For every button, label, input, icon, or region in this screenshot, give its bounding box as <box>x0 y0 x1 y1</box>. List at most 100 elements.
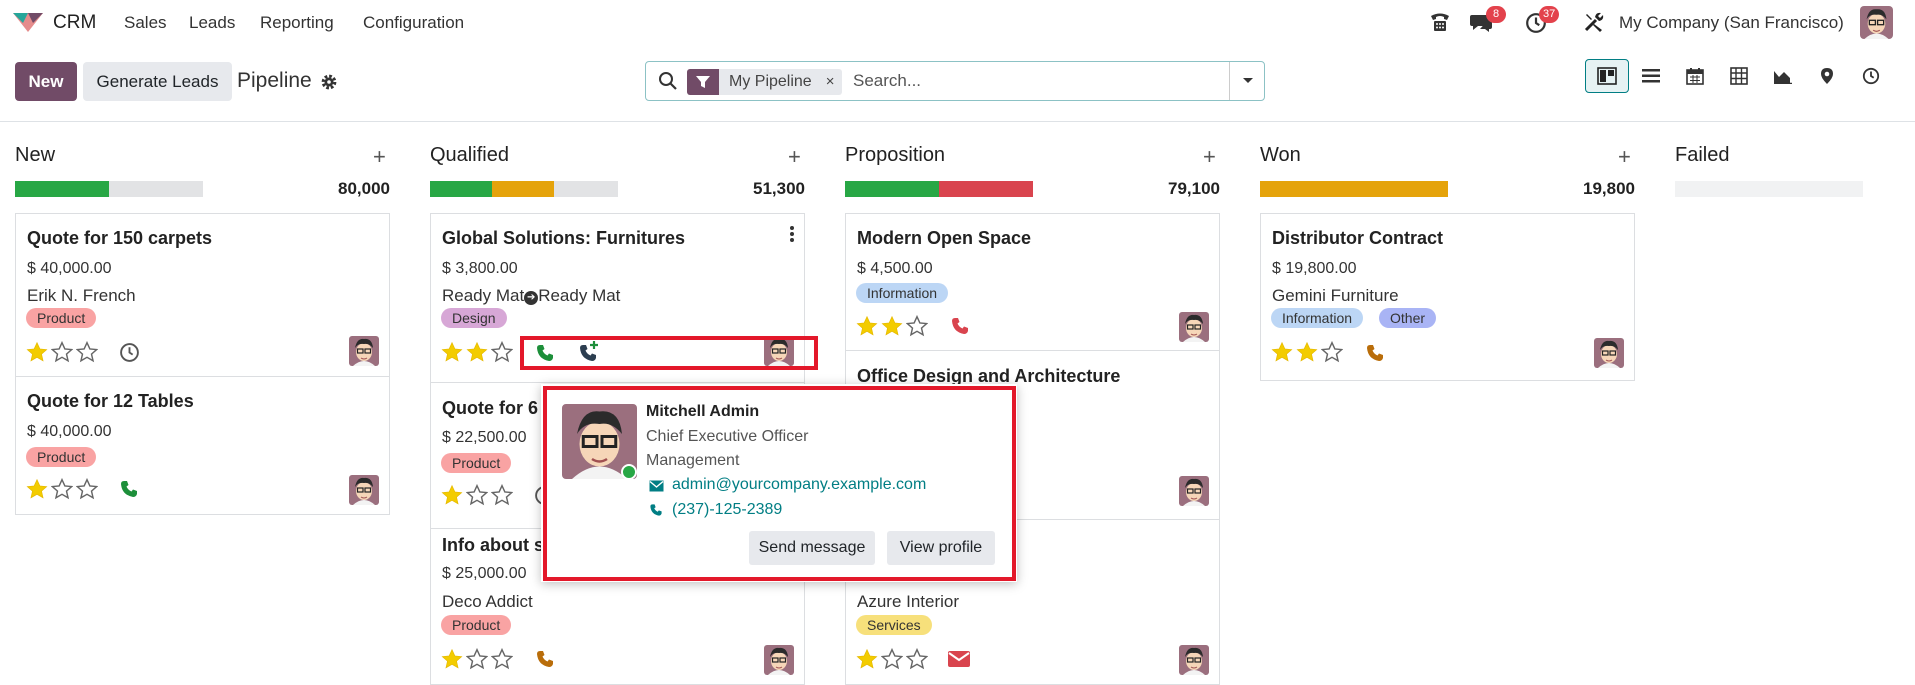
column-title-failed[interactable]: Failed <box>1675 144 1729 167</box>
star-full-icon[interactable] <box>441 341 463 363</box>
lead-card[interactable]: Quote for 12 Tables $ 40,000.00 Product <box>15 376 390 515</box>
salesperson-avatar[interactable] <box>1179 645 1209 675</box>
priority-stars[interactable] <box>856 648 928 670</box>
star-empty-icon[interactable] <box>466 648 488 670</box>
company-switcher[interactable]: My Company (San Francisco) <box>1619 13 1844 33</box>
filter-facet[interactable]: My Pipeline × <box>687 69 843 95</box>
column-progress-won[interactable] <box>1260 181 1448 197</box>
progress-segment[interactable] <box>15 181 109 197</box>
priority-stars[interactable] <box>1271 341 1343 363</box>
column-progress-new[interactable] <box>15 181 203 197</box>
column-add-icon[interactable]: + <box>788 144 801 170</box>
column-title-new[interactable]: New <box>15 144 55 167</box>
progress-segment[interactable] <box>845 181 939 197</box>
star-empty-icon[interactable] <box>906 315 928 337</box>
lead-card[interactable]: Distributor Contract $ 19,800.00 Gemini … <box>1260 213 1635 381</box>
progress-segment[interactable] <box>492 181 555 197</box>
calendar-view-button[interactable] <box>1673 59 1717 93</box>
column-progress-proposition[interactable] <box>845 181 1033 197</box>
phone-icon[interactable] <box>535 649 555 669</box>
star-full-icon[interactable] <box>856 648 878 670</box>
star-empty-icon[interactable] <box>1321 341 1343 363</box>
lead-card[interactable]: Quote for 150 carpets $ 40,000.00 Erik N… <box>15 213 390 377</box>
salesperson-avatar[interactable] <box>349 336 379 366</box>
search-options-toggle[interactable] <box>1229 62 1265 100</box>
column-title-qualified[interactable]: Qualified <box>430 144 509 167</box>
column-title-proposition[interactable]: Proposition <box>845 144 945 167</box>
new-button[interactable]: New <box>15 62 77 101</box>
column-add-icon[interactable]: + <box>1618 144 1631 170</box>
graph-view-button[interactable] <box>1761 59 1805 93</box>
menu-leads[interactable]: Leads <box>189 13 235 33</box>
phone-icon[interactable] <box>1365 343 1385 363</box>
salesperson-avatar[interactable] <box>349 475 379 505</box>
facet-remove-icon[interactable]: × <box>822 69 843 95</box>
star-full-icon[interactable] <box>26 478 48 500</box>
card-menu-icon[interactable] <box>789 225 795 243</box>
priority-stars[interactable] <box>441 341 513 363</box>
column-progress-qualified[interactable] <box>430 181 618 197</box>
phone-icon[interactable] <box>950 316 970 336</box>
star-empty-icon[interactable] <box>51 478 73 500</box>
star-empty-icon[interactable] <box>491 341 513 363</box>
salesperson-avatar[interactable] <box>1179 312 1209 342</box>
star-full-icon[interactable] <box>466 341 488 363</box>
star-full-icon[interactable] <box>1271 341 1293 363</box>
tag-badge: Information <box>1271 308 1364 328</box>
column-add-icon[interactable]: + <box>373 144 386 170</box>
send-message-button[interactable]: Send message <box>749 531 875 565</box>
menu-configuration[interactable]: Configuration <box>363 13 464 33</box>
lead-card[interactable]: Modern Open Space $ 4,500.00 Information <box>845 213 1220 351</box>
star-full-icon[interactable] <box>1296 341 1318 363</box>
progress-segment[interactable] <box>939 181 1033 197</box>
star-full-icon[interactable] <box>441 648 463 670</box>
tools-icon[interactable] <box>1583 11 1605 33</box>
star-full-icon[interactable] <box>441 484 463 506</box>
star-empty-icon[interactable] <box>466 484 488 506</box>
priority-stars[interactable] <box>26 478 98 500</box>
kanban-view-button[interactable] <box>1585 59 1629 93</box>
view-profile-button[interactable]: View profile <box>887 531 995 565</box>
envelope-icon[interactable] <box>947 650 971 668</box>
star-empty-icon[interactable] <box>906 648 928 670</box>
user-avatar[interactable] <box>1860 6 1893 39</box>
progress-segment[interactable] <box>1260 181 1448 197</box>
salesperson-avatar[interactable] <box>1594 338 1624 368</box>
priority-stars[interactable] <box>856 315 928 337</box>
list-view-button[interactable] <box>1629 59 1673 93</box>
pivot-view-button[interactable] <box>1717 59 1761 93</box>
activity-clock-icon[interactable] <box>119 342 140 363</box>
voip-phone-icon[interactable] <box>1428 11 1452 33</box>
phone-icon[interactable] <box>119 479 139 499</box>
star-empty-icon[interactable] <box>51 341 73 363</box>
star-empty-icon[interactable] <box>881 648 903 670</box>
menu-sales[interactable]: Sales <box>124 13 167 33</box>
star-empty-icon[interactable] <box>76 478 98 500</box>
star-empty-icon[interactable] <box>491 484 513 506</box>
star-full-icon[interactable] <box>26 341 48 363</box>
priority-stars[interactable] <box>441 648 513 670</box>
star-empty-icon[interactable] <box>76 341 98 363</box>
app-name[interactable]: CRM <box>53 12 96 34</box>
progress-segment[interactable] <box>430 181 493 197</box>
progress-segment[interactable] <box>554 181 618 197</box>
popover-email-link[interactable]: admin@yourcompany.example.com <box>672 476 926 494</box>
map-view-button[interactable] <box>1805 59 1849 93</box>
gear-icon[interactable] <box>320 73 338 91</box>
priority-stars[interactable] <box>26 341 98 363</box>
popover-phone-link[interactable]: (237)-125-2389 <box>672 501 782 519</box>
activity-view-button[interactable] <box>1849 59 1893 93</box>
column-add-icon[interactable]: + <box>1203 144 1216 170</box>
salesperson-avatar[interactable] <box>1179 476 1209 506</box>
crm-logo-icon[interactable] <box>11 10 45 34</box>
star-full-icon[interactable] <box>881 315 903 337</box>
star-empty-icon[interactable] <box>491 648 513 670</box>
column-title-won[interactable]: Won <box>1260 144 1301 167</box>
generate-leads-button[interactable]: Generate Leads <box>83 62 232 101</box>
search-input[interactable] <box>853 68 1213 94</box>
progress-segment[interactable] <box>109 181 203 197</box>
menu-reporting[interactable]: Reporting <box>260 13 334 33</box>
salesperson-avatar[interactable] <box>764 645 794 675</box>
star-full-icon[interactable] <box>856 315 878 337</box>
priority-stars[interactable] <box>441 484 513 506</box>
